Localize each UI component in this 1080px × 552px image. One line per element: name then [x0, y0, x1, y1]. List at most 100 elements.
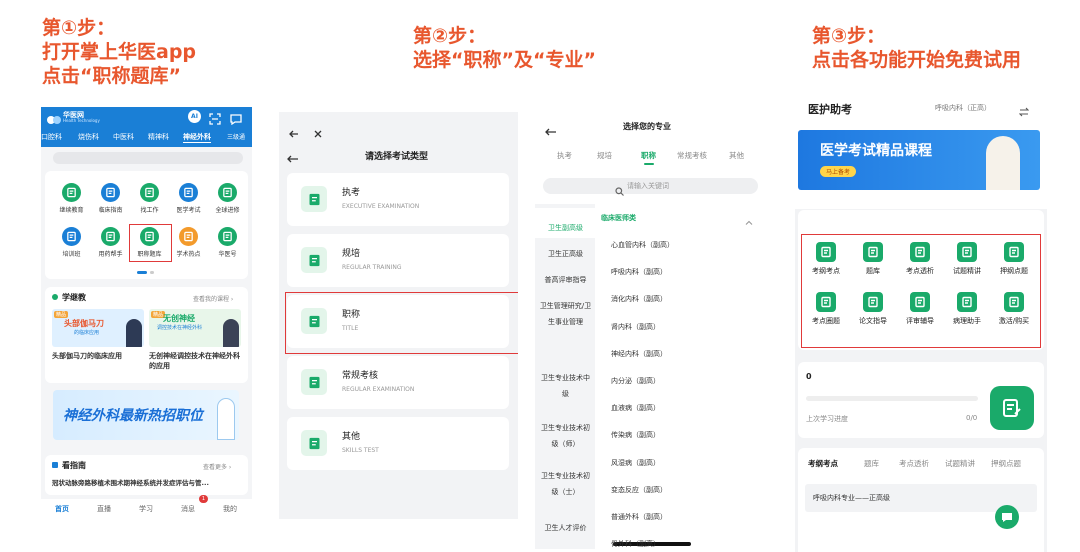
nav-messages[interactable]: 消息	[181, 504, 195, 514]
specialty-item-8[interactable]: 风湿病（副高）	[611, 458, 660, 468]
specialty-item-1[interactable]: 呼吸内科（副高）	[611, 267, 667, 277]
course-banner[interactable]: 医学考试精品课程 马上备考	[798, 130, 1040, 190]
feature-label: 押纲点题	[1000, 267, 1028, 275]
group-header[interactable]: 临床医师类	[601, 213, 636, 223]
feature-4[interactable]: 押纲点题	[991, 240, 1037, 284]
course-card-1-title[interactable]: 头部伽马刀的临床应用	[52, 351, 122, 361]
assistant-tab-4[interactable]: 押纲点题	[991, 458, 1021, 469]
grid-item-1[interactable]: 临床指南	[92, 181, 129, 221]
prepare-now-button[interactable]: 马上备考	[820, 166, 857, 177]
left-category-2[interactable]: 普高评审指导	[539, 272, 592, 288]
grid-item-4[interactable]: 全球进修	[209, 181, 246, 221]
search-bar[interactable]	[53, 152, 243, 164]
specialty-item-7[interactable]: 传染病（副高）	[611, 430, 660, 440]
back-arrow-icon-3[interactable]	[545, 122, 557, 136]
assistant-tab-1[interactable]: 题库	[864, 458, 879, 469]
feature-3[interactable]: 试题精讲	[944, 240, 990, 284]
assistant-title: 医护助考	[808, 103, 852, 116]
section-more-link[interactable]: 查看我的课程 ›	[193, 294, 233, 303]
nav-home[interactable]: 首页	[55, 504, 69, 514]
exam-type-option-1[interactable]: 规培 REGULAR TRAINING	[287, 234, 509, 287]
specialty-item-6[interactable]: 血液病（副高）	[611, 403, 660, 413]
specialty-tab-0[interactable]: 执考	[557, 150, 572, 161]
guide-more-link[interactable]: 查看更多 ›	[203, 462, 231, 471]
grid-item-5[interactable]: 培训班	[53, 225, 90, 265]
tab-category-5[interactable]: 三级通	[227, 132, 245, 141]
exam-type-option-4[interactable]: 其他 SKILLS TEST	[287, 417, 509, 470]
specialty-item-2[interactable]: 消化内科（副高）	[611, 294, 667, 304]
tab-category-2[interactable]: 中医科	[113, 132, 134, 142]
grid-item-2[interactable]: 找工作	[131, 181, 168, 221]
feature-8[interactable]: 病理助手	[944, 290, 990, 334]
continue-study-icon[interactable]	[990, 386, 1034, 430]
specialty-tab-1[interactable]: 规培	[597, 150, 612, 161]
specialty-tab-4[interactable]: 其他	[729, 150, 744, 161]
specialty-tab-2[interactable]: 职称	[641, 150, 656, 161]
left-category-1[interactable]: 卫生正高级	[539, 246, 592, 262]
close-icon[interactable]	[313, 124, 323, 138]
grid-item-6[interactable]: 用药帮手	[92, 225, 129, 265]
left-category-0[interactable]: 卫生副高级	[539, 220, 592, 236]
assistant-tab-0[interactable]: 考纲考点	[808, 458, 838, 469]
specialty-item-3[interactable]: 肾内科（副高）	[611, 322, 660, 332]
specialty-item-11[interactable]: 骨外科（副高）	[611, 539, 660, 549]
nav-mine[interactable]: 我的	[223, 504, 237, 514]
course-card-2-thumb[interactable]: 精品 无创神经 调控技术在神经外科	[149, 309, 241, 347]
left-category-6[interactable]: 卫生专业技术初级（士）	[539, 468, 592, 500]
nav-live[interactable]: 直播	[97, 504, 111, 514]
grid-item-icon	[62, 183, 81, 202]
feature-9[interactable]: 激活/购买	[991, 290, 1037, 334]
assistant-tab-2[interactable]: 考点透析	[899, 458, 929, 469]
job-banner[interactable]: 神经外科最新热招职位	[53, 390, 239, 440]
specialty-item-9[interactable]: 变态反应（副高）	[611, 485, 667, 495]
tab-category-0[interactable]: 口腔科	[41, 132, 62, 142]
message-icon[interactable]	[230, 110, 242, 126]
back-arrow-icon[interactable]	[289, 124, 299, 138]
back-arrow-icon-2[interactable]	[287, 149, 299, 163]
nav-learn[interactable]: 学习	[139, 504, 153, 514]
current-specialty[interactable]: 呼吸内科（正高）	[935, 103, 991, 113]
grid-item-0[interactable]: 继续教育	[53, 181, 90, 221]
grid-item-9[interactable]: 华医号	[209, 225, 246, 265]
tab-category-4-active[interactable]: 神经外科	[183, 132, 211, 143]
feature-label: 病理助手	[953, 317, 981, 325]
scan-icon[interactable]	[209, 110, 221, 125]
specialty-tab-3[interactable]: 常规考核	[677, 150, 707, 161]
step1-line3: 点击“职称题库”	[42, 65, 181, 87]
feature-icon	[816, 292, 836, 312]
exam-type-option-3[interactable]: 常规考核 REGULAR EXAMINATION	[287, 356, 509, 409]
specialty-item-4[interactable]: 神经内科（副高）	[611, 349, 667, 359]
feature-6[interactable]: 论文指导	[850, 290, 896, 334]
progress-label: 上次学习进度	[806, 415, 848, 423]
grid-item-icon	[179, 183, 198, 202]
feature-5[interactable]: 考点圈题	[803, 290, 849, 334]
chevron-up-icon[interactable]	[745, 212, 753, 225]
feature-0[interactable]: 考纲考点	[803, 240, 849, 284]
course-card-2-title[interactable]: 无创神经调控技术在神经外科的应用	[149, 351, 241, 371]
tab-category-3[interactable]: 精神科	[148, 132, 169, 142]
specialty-item-10[interactable]: 普通外科（副高）	[611, 512, 667, 522]
grid-item-3[interactable]: 医学考试	[170, 181, 207, 221]
grid-item-8[interactable]: 学术热点	[170, 225, 207, 265]
exam-type-option-0[interactable]: 执考 EXECUTIVE EXAMINATION	[287, 173, 509, 226]
switch-icon[interactable]	[1018, 102, 1030, 117]
feature-1[interactable]: 题库	[850, 240, 896, 284]
feature-7[interactable]: 评审辅导	[897, 290, 943, 334]
left-category-5[interactable]: 卫生专业技术初级（师）	[539, 420, 592, 452]
specialty-item-0[interactable]: 心血管内科（副高）	[611, 240, 674, 250]
feature-2[interactable]: 考点透析	[897, 240, 943, 284]
left-category-4[interactable]: 卫生专业技术中级	[539, 370, 592, 402]
course-card-1-thumb[interactable]: 精品 头部伽马刀 的临床应用	[52, 309, 144, 347]
guide-item[interactable]: 冠状动脉旁路移植术围术期神经系统并发症评估与管...	[52, 477, 244, 487]
exam-type-option-2[interactable]: 职称 TITLE	[287, 295, 509, 348]
assistant-tab-3[interactable]: 试题精讲	[945, 458, 975, 469]
specialty-search-input[interactable]: 请输入关键词	[543, 178, 758, 196]
specialty-item-5[interactable]: 内分泌（副高）	[611, 376, 660, 386]
chat-bubble-icon[interactable]	[995, 505, 1019, 529]
tab-category-1[interactable]: 烧伤科	[78, 132, 99, 142]
card2-banner2: 调控技术在神经外科	[157, 325, 203, 331]
ai-assistant-icon[interactable]: AI	[188, 110, 201, 123]
grid-item-label: 医学考试	[176, 207, 201, 214]
left-category-3[interactable]: 卫生管理研究/卫生事业管理	[539, 298, 592, 330]
left-category-7[interactable]: 卫生人才评价	[539, 520, 592, 536]
